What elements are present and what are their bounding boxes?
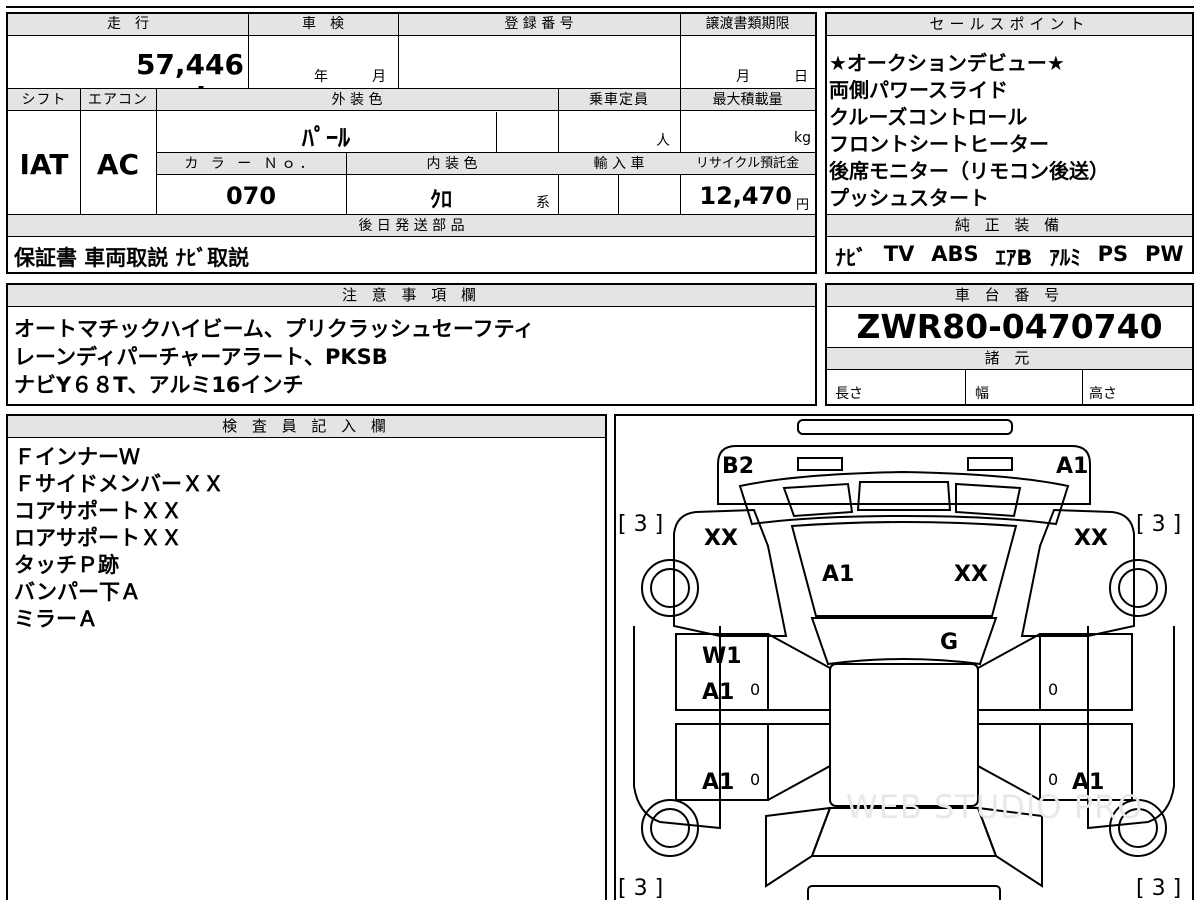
transfer-month-unit: 月 — [736, 69, 750, 85]
inspection-label: 車 検 — [302, 16, 344, 32]
equipment-item: ﾅﾋﾞ — [835, 246, 867, 270]
dmg-hood-a1: A1 — [822, 562, 855, 587]
inspector-line: ＦサイドメンバーＸＸ — [14, 472, 224, 496]
transfer-deadline-label: 譲渡書類期限 — [705, 16, 790, 32]
dmg-xx-right: XX — [1074, 526, 1108, 551]
sales-point-item: クルーズコントロール — [829, 105, 1028, 129]
ac-value: AC — [96, 148, 140, 181]
sales-point-item: プッシュスタート — [829, 186, 989, 210]
chassis-title: 車 台 番 号 — [827, 285, 1192, 307]
equipment-item: ｴｱB — [995, 246, 1033, 270]
capacity-unit: 人 — [656, 133, 670, 149]
dmg-door-rr-zero: 0 — [1048, 770, 1059, 789]
chassis-number: ZWR80-0470740 — [856, 307, 1163, 346]
dmg-glass-g: G — [940, 630, 959, 655]
inspector-line: タッチＰ跡 — [14, 553, 119, 577]
dmg-door-rl-zero: 0 — [750, 770, 761, 789]
watermark: WEB STUDIO PRO — [846, 788, 1144, 826]
dmg-xx-left: XX — [704, 526, 738, 551]
equipment-item: TV — [883, 242, 915, 266]
specs-title: 諸 元 — [827, 348, 1192, 370]
dmg-door-fl-a1: A1 — [702, 680, 735, 705]
recycle-label: リサイクル預託金 — [695, 156, 800, 171]
inspection-year-unit: 年 — [314, 69, 328, 85]
recycle-unit: 円 — [796, 198, 810, 213]
inspector-line: ロアサポートＸＸ — [14, 526, 182, 550]
length-label: 長さ — [835, 386, 863, 402]
sales-point-item: 後席モニター（リモコン後送） — [829, 159, 1109, 183]
note-line: ナビY６８T、アルミ16インチ — [14, 373, 304, 397]
mileage-label: 走 行 — [107, 16, 149, 32]
inspector-panel: 検 査 員 記 入 欄 ＦインナーＷ ＦサイドメンバーＸＸ コアサポートＸＸ ロ… — [6, 414, 607, 900]
later-parts-value: 保証書 車両取説 ﾅﾋﾞ取説 — [14, 246, 250, 270]
bracket-tr: [ 3 ] — [1136, 512, 1182, 537]
max-load-label: 最大積載量 — [712, 92, 783, 108]
width-label: 幅 — [975, 386, 989, 402]
transfer-day-unit: 日 — [794, 69, 808, 85]
bracket-tl: [ 3 ] — [618, 512, 664, 537]
sales-point-item: フロントシートヒーター — [829, 132, 1049, 156]
equipment-title: 純 正 装 備 — [827, 215, 1192, 237]
inspector-line: ＦインナーＷ — [14, 445, 140, 469]
sales-points-list: ★オークションデビュー★ 両側パワースライド クルーズコントロール フロントシー… — [829, 50, 1109, 212]
note-line: オートマチックハイビーム、プリクラッシュセーフティ — [14, 317, 535, 341]
notes-title: 注 意 事 項 欄 — [8, 285, 815, 307]
inspector-line: バンパー下Ａ — [14, 580, 142, 604]
height-label: 高さ — [1089, 386, 1117, 402]
note-line: レーンディパーチャーアラート、PKSB — [14, 345, 388, 369]
shift-value: IAT — [19, 148, 69, 181]
notes-panel: 注 意 事 項 欄 オートマチックハイビーム、プリクラッシュセーフティ レーンデ… — [6, 283, 817, 406]
equipment-item: PS — [1097, 242, 1129, 266]
equipment-item: PW — [1144, 242, 1184, 266]
dmg-b2: B2 — [722, 454, 755, 479]
chassis-panel: 車 台 番 号 ZWR80-0470740 諸 元 長さ 幅 高さ — [825, 283, 1194, 406]
interior-color-value: ｸﾛ — [429, 188, 452, 213]
equipment-item: ｱﾙﾐ — [1049, 246, 1081, 270]
shift-label: シフト — [21, 92, 67, 108]
max-load-unit: kg — [794, 130, 811, 146]
equipment-list: ﾅﾋﾞ TV ABS ｴｱB ｱﾙﾐ PS PW — [827, 242, 1192, 272]
vehicle-info-table: 走 行 車 検 登 録 番 号 譲渡書類期限 57,446 km 年 月 月 日… — [6, 12, 817, 274]
exterior-color-value: ﾊﾟｰﾙ — [302, 124, 350, 152]
inspection-month-unit: 月 — [372, 69, 386, 85]
sales-point-item: ★オークションデビュー★ — [829, 51, 1065, 75]
bracket-br: [ 3 ] — [1136, 876, 1182, 900]
ac-label: エアコン — [88, 92, 148, 108]
exterior-color-label: 外 装 色 — [331, 92, 383, 108]
recycle-value: 12,470 — [699, 182, 792, 210]
inspector-line: ミラーＡ — [14, 607, 98, 631]
capacity-label: 乗車定員 — [589, 92, 649, 108]
inspector-line: コアサポートＸＸ — [14, 499, 182, 523]
dmg-a1-top: A1 — [1056, 454, 1089, 479]
bracket-bl: [ 3 ] — [618, 876, 664, 900]
later-parts-label: 後 日 発 送 部 品 — [358, 218, 465, 234]
inspector-title: 検 査 員 記 入 欄 — [8, 416, 605, 438]
import-label: 輸 入 車 — [593, 156, 645, 172]
interior-color-unit: 系 — [536, 195, 550, 211]
car-diagram-panel: B2 A1 [ 3 ] [ 3 ] XX XX A1 XX G W1 A1 0 … — [614, 414, 1194, 900]
sales-points-panel: セールスポイント ★オークションデビュー★ 両側パワースライド クルーズコントロ… — [825, 12, 1194, 274]
color-no-label: カ ラ ー Ｎｏ． — [184, 156, 318, 172]
color-no-value: 070 — [225, 182, 277, 210]
sales-points-title: セールスポイント — [827, 14, 1192, 36]
sales-point-item: 両側パワースライド — [829, 78, 1008, 102]
dmg-door-fl-zero: 0 — [750, 680, 761, 699]
dmg-door-rl-a1: A1 — [702, 770, 735, 795]
registration-label: 登 録 番 号 — [504, 16, 574, 32]
equipment-item: ABS — [931, 242, 979, 266]
interior-color-label: 内 装 色 — [426, 156, 478, 172]
dmg-door-fl-w1: W1 — [702, 644, 742, 669]
notes-lines: オートマチックハイビーム、プリクラッシュセーフティ レーンディパーチャーアラート… — [14, 315, 534, 399]
dmg-hood-xx: XX — [954, 562, 988, 587]
top-strip — [6, 0, 1194, 8]
dmg-door-fr-zero: 0 — [1048, 680, 1059, 699]
inspector-lines: ＦインナーＷ ＦサイドメンバーＸＸ コアサポートＸＸ ロアサポートＸＸ タッチＰ… — [14, 444, 224, 633]
